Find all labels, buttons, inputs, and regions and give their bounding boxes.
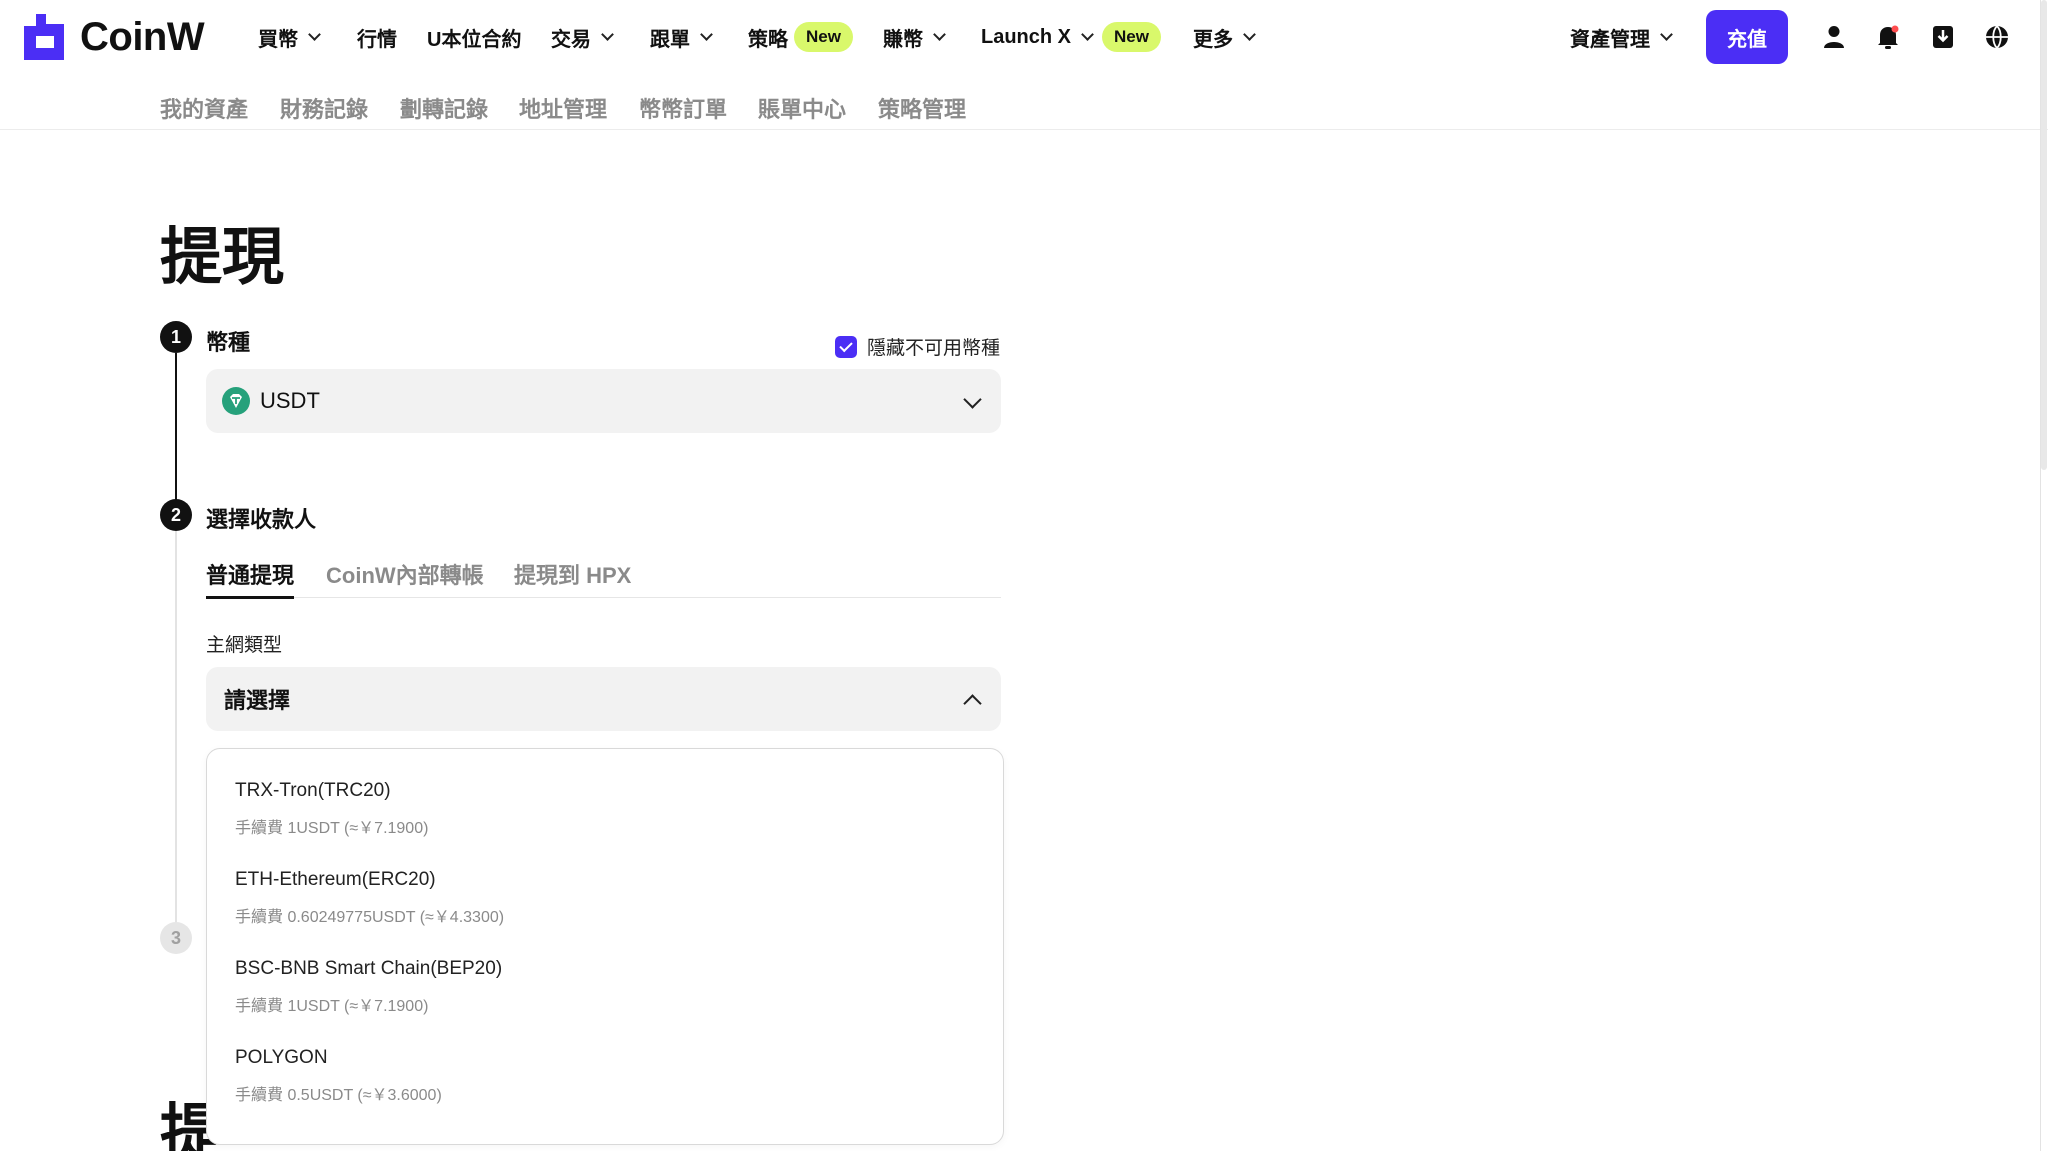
subnav-financial-records[interactable]: 財務記錄	[280, 92, 368, 124]
subnav-bill-center[interactable]: 賬單中心	[758, 92, 846, 124]
chevron-down-icon	[963, 390, 982, 409]
nav-label: 行情	[357, 28, 397, 51]
user-icon[interactable]	[1819, 22, 1849, 52]
tab-withdraw-to-hpx[interactable]: 提現到 HPX	[514, 558, 631, 598]
network-option[interactable]: BSC-BNB Smart Chain(BEP20) 手續費 1USDT (≈￥…	[235, 958, 502, 1016]
subnav-my-assets[interactable]: 我的資產	[160, 92, 248, 124]
nav-buy-crypto[interactable]: 買幣	[258, 22, 321, 52]
nav-launch-x[interactable]: Launch X New	[981, 22, 1161, 52]
tab-normal-withdraw[interactable]: 普通提現	[206, 558, 295, 599]
brand-name: CoinW	[80, 14, 205, 59]
checkbox[interactable]	[835, 335, 857, 358]
network-fee: 手續費 0.5USDT (≈￥3.6000)	[235, 1087, 442, 1104]
network-name: BSC-BNB Smart Chain(BEP20)	[235, 958, 503, 979]
nav-copy-trading[interactable]: 跟單	[650, 22, 713, 52]
subnav-spot-orders[interactable]: 幣幣訂單	[639, 92, 727, 124]
nav-markets[interactable]: 行情	[357, 22, 397, 52]
step-3-indicator: 3	[160, 922, 192, 954]
nav-strategy[interactable]: 策略 New	[748, 22, 853, 52]
asset-management-menu[interactable]: 資產管理	[1570, 22, 1673, 52]
step-1-label: 幣種	[206, 330, 251, 355]
nav-trade[interactable]: 交易	[551, 22, 614, 52]
withdraw-type-tabs: 普通提現 CoinW內部轉帳 提現到 HPX	[206, 558, 1001, 599]
tab-internal-transfer[interactable]: CoinW內部轉帳	[326, 558, 484, 598]
nav-more[interactable]: 更多	[1193, 22, 1256, 52]
top-navbar: CoinW 買幣 行情 U本位合約 交易 跟單 策略 New 賺幣 Launch…	[0, 0, 2048, 74]
subnav-strategy-management[interactable]: 策略管理	[878, 92, 966, 124]
network-fee: 手續費 1USDT (≈￥7.1900)	[235, 998, 429, 1015]
chevron-down-icon	[700, 28, 713, 41]
network-name: POLYGON	[235, 1047, 328, 1068]
coin-select[interactable]: USDT	[206, 369, 1001, 433]
nav-label: 賺幣	[883, 28, 923, 51]
chevron-down-icon	[933, 28, 946, 41]
coinw-logo[interactable]: CoinW	[24, 14, 205, 60]
chevron-down-icon	[308, 28, 321, 41]
nav-label: Launch X	[981, 25, 1072, 48]
page-scrollbar[interactable]	[2040, 0, 2048, 1151]
chevron-down-icon	[1243, 28, 1256, 41]
hide-unavailable-label: 隱藏不可用幣種	[867, 338, 1001, 359]
nav-earn[interactable]: 賺幣	[883, 22, 946, 52]
globe-icon[interactable]	[1982, 22, 2012, 52]
new-badge: New	[1102, 22, 1161, 52]
network-fee: 手續費 1USDT (≈￥7.1900)	[235, 820, 429, 837]
network-type-label: 主網類型	[206, 635, 283, 656]
chevron-down-icon	[1660, 28, 1673, 41]
hide-unavailable-toggle[interactable]: 隱藏不可用幣種	[835, 333, 1000, 360]
nav-label: 交易	[551, 28, 591, 51]
network-name: ETH-Ethereum(ERC20)	[235, 869, 436, 890]
step-1-indicator: 1	[160, 321, 192, 353]
coinw-logo-icon	[24, 14, 64, 60]
network-select[interactable]: 請選擇	[206, 667, 1001, 731]
nav-label: 跟單	[650, 28, 690, 51]
network-option[interactable]: POLYGON 手續費 0.5USDT (≈￥3.6000)	[235, 1047, 442, 1105]
page-title: 提現	[160, 223, 285, 292]
nav-futures[interactable]: U本位合約	[427, 22, 521, 52]
step-2-indicator: 2	[160, 499, 192, 531]
step-connector	[175, 531, 177, 923]
nav-label: 更多	[1193, 28, 1233, 51]
chevron-down-icon	[1081, 28, 1094, 41]
nav-label: 資產管理	[1570, 28, 1650, 51]
network-dropdown: TRX-Tron(TRC20) 手續費 1USDT (≈￥7.1900) ETH…	[206, 748, 1004, 1145]
subnav-address-management[interactable]: 地址管理	[519, 92, 607, 124]
nav-label: 策略	[748, 28, 788, 51]
network-name: TRX-Tron(TRC20)	[235, 780, 391, 801]
check-icon	[839, 338, 853, 352]
network-option[interactable]: TRX-Tron(TRC20) 手續費 1USDT (≈￥7.1900)	[235, 780, 428, 838]
chevron-down-icon	[601, 28, 614, 41]
network-fee: 手續費 0.60249775USDT (≈￥4.3300)	[235, 909, 505, 926]
download-icon[interactable]	[1928, 22, 1958, 52]
scrollbar-thumb[interactable]	[2041, 0, 2047, 470]
network-option[interactable]: ETH-Ethereum(ERC20) 手續費 0.60249775USDT (…	[235, 869, 504, 927]
new-badge: New	[794, 22, 853, 52]
network-placeholder: 請選擇	[224, 688, 291, 713]
usdt-coin-icon	[222, 387, 250, 415]
nav-label: U本位合約	[427, 28, 522, 51]
asset-subnav: 我的資產 財務記錄 劃轉記錄 地址管理 幣幣訂單 賬單中心 策略管理	[0, 74, 2048, 130]
step-2-label: 選擇收款人	[206, 507, 317, 532]
bell-icon[interactable]	[1873, 22, 1903, 52]
chevron-up-icon	[963, 694, 982, 713]
subnav-transfer-records[interactable]: 劃轉記錄	[400, 92, 488, 124]
nav-label: 買幣	[258, 28, 298, 51]
step-connector	[175, 353, 177, 515]
deposit-button[interactable]: 充值	[1706, 10, 1788, 64]
selected-coin: USDT	[260, 388, 320, 413]
